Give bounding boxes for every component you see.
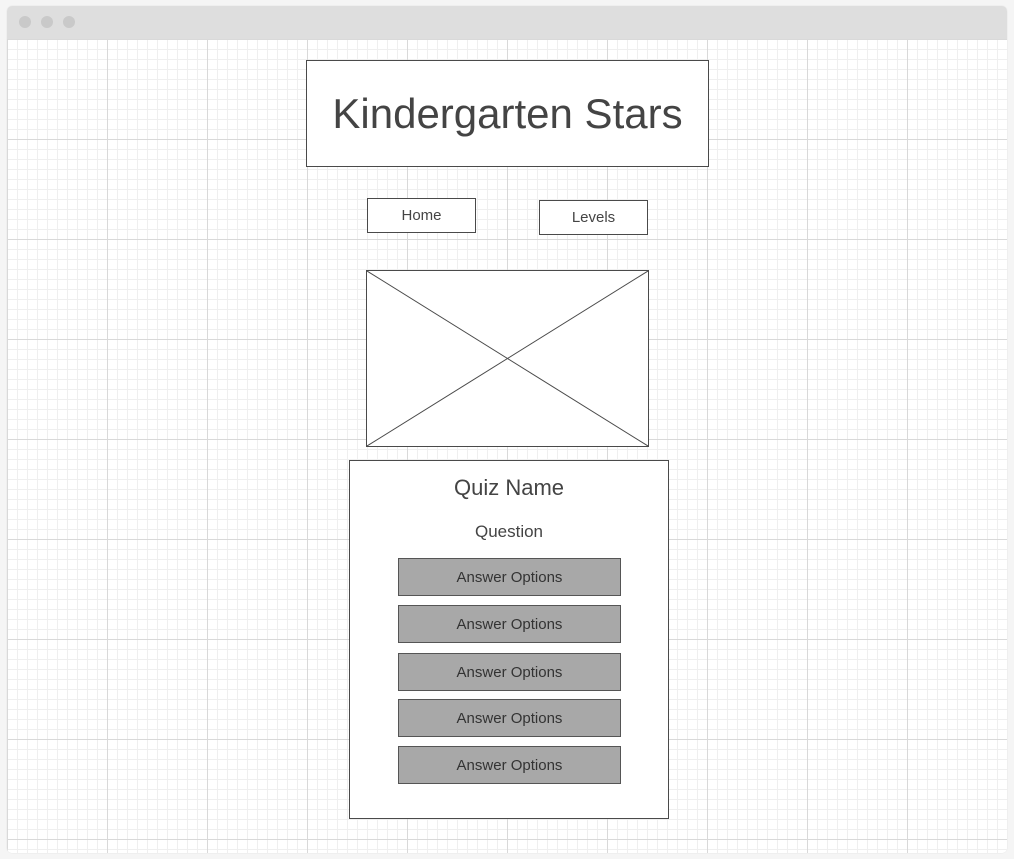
window-close-dot[interactable] <box>19 16 31 28</box>
nav-home-button[interactable]: Home <box>367 198 476 233</box>
answer-option-button[interactable]: Answer Options <box>398 605 621 643</box>
quiz-name: Quiz Name <box>453 475 565 500</box>
image-placeholder-cross <box>367 271 648 446</box>
browser-window: Kindergarten Stars Home Levels Quiz Name… <box>7 6 1007 853</box>
quiz-question: Question <box>474 522 544 541</box>
window-maximize-dot[interactable] <box>63 16 75 28</box>
answer-option-button[interactable]: Answer Options <box>398 746 621 784</box>
image-placeholder-icon <box>366 270 649 447</box>
answer-option-button[interactable]: Answer Options <box>398 699 621 737</box>
nav-levels-button[interactable]: Levels <box>539 200 648 235</box>
answer-option-button[interactable]: Answer Options <box>398 653 621 691</box>
answer-option-button[interactable]: Answer Options <box>398 558 621 596</box>
window-titlebar <box>7 6 1007 39</box>
window-minimize-dot[interactable] <box>41 16 53 28</box>
wireframe-canvas: Kindergarten Stars Home Levels Quiz Name… <box>7 39 1007 853</box>
site-title: Kindergarten Stars <box>306 60 709 167</box>
quiz-panel: Quiz Name Question Answer Options Answer… <box>349 460 669 819</box>
